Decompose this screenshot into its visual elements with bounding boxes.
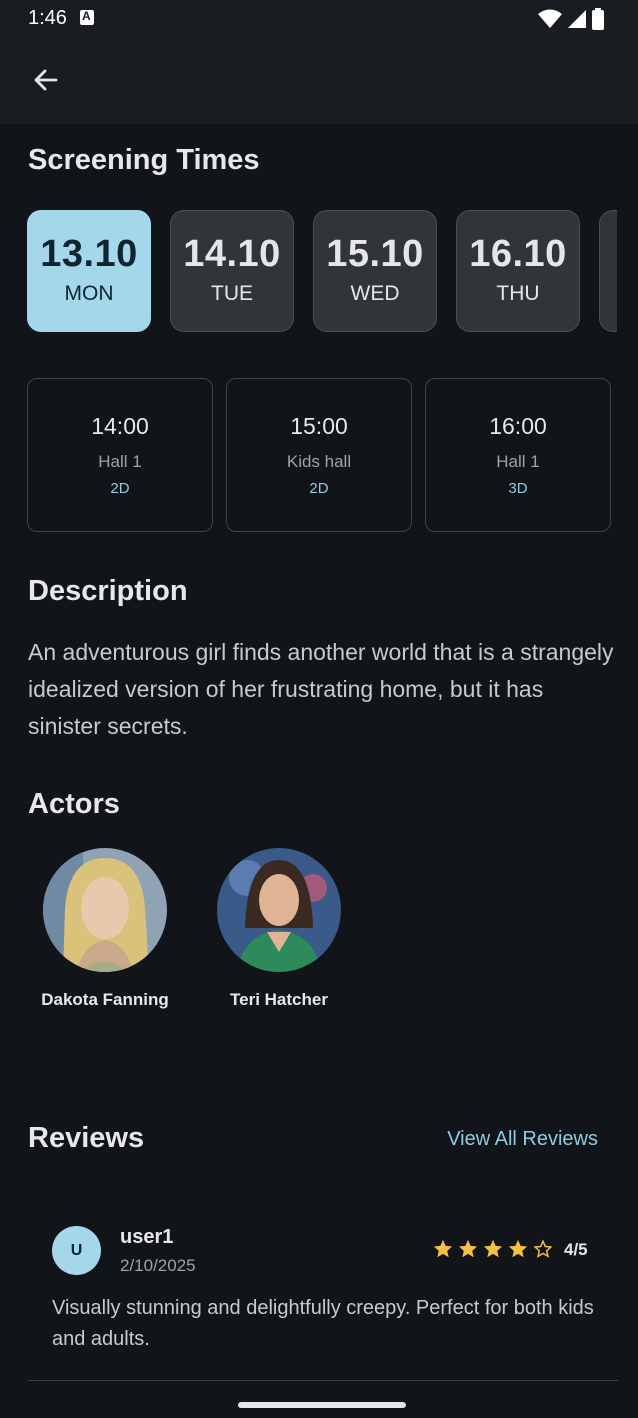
- showtime-card[interactable]: 15:00 Kids hall 2D: [226, 378, 412, 532]
- date-day: MON: [64, 282, 114, 305]
- date-number: 13.10: [40, 233, 138, 275]
- description-text: An adventurous girl finds another world …: [28, 639, 614, 739]
- showtime-card[interactable]: 16:00 Hall 1 3D: [425, 378, 611, 532]
- battery-icon: [592, 8, 604, 30]
- rating-value: 4/5: [564, 1240, 588, 1259]
- showtime-format: 2D: [110, 480, 130, 497]
- star-filled-icon: [458, 1239, 478, 1258]
- review-date: 2/10/2025: [120, 1256, 196, 1275]
- date-day: TUE: [211, 282, 253, 305]
- reviews-title: Reviews: [28, 1122, 145, 1154]
- date-card[interactable]: 16.10 THU: [456, 210, 580, 332]
- date-number: 14.10: [183, 233, 281, 275]
- review-text: Visually stunning and delightfully creep…: [52, 1297, 594, 1350]
- view-all-reviews-link[interactable]: View All Reviews: [447, 1128, 598, 1151]
- showtime-format: 3D: [508, 480, 528, 497]
- actors-title: Actors: [28, 788, 120, 820]
- date-card[interactable]: 14.10 TUE: [170, 210, 294, 332]
- star-filled-icon: [483, 1239, 503, 1258]
- date-day: THU: [496, 282, 540, 305]
- date-card-selected[interactable]: 13.10 MON: [27, 210, 151, 332]
- date-card-partial-body: [599, 210, 617, 332]
- date-number: 15.10: [326, 233, 424, 275]
- date-day: WED: [350, 282, 400, 305]
- actor-card[interactable]: Dakota Fanning: [36, 848, 174, 1010]
- showtime-hall: Hall 1: [496, 452, 540, 471]
- screening-times-title: Screening Times: [28, 144, 260, 176]
- showtime-card[interactable]: 14:00 Hall 1 2D: [27, 378, 213, 532]
- date-card-partial[interactable]: [599, 210, 617, 332]
- actor-card[interactable]: Teri Hatcher: [210, 848, 348, 1010]
- status-icons: [538, 8, 604, 30]
- showtime-format: 2D: [309, 480, 329, 497]
- home-indicator[interactable]: [238, 1402, 406, 1408]
- star-filled-icon: [508, 1239, 528, 1258]
- star-outline-icon: [533, 1239, 553, 1258]
- rating-stars: [432, 1238, 554, 1260]
- actor-name: Dakota Fanning: [41, 990, 169, 1009]
- reviewer-avatar: U: [52, 1226, 101, 1275]
- app-bar: [0, 38, 638, 124]
- notification-icon: [80, 9, 94, 25]
- description-title: Description: [28, 575, 188, 607]
- review-divider: [28, 1380, 618, 1381]
- actor-photo: [217, 848, 341, 972]
- wifi-icon: [538, 9, 562, 28]
- status-bar: 1:46: [0, 0, 638, 38]
- date-card[interactable]: 15.10 WED: [313, 210, 437, 332]
- reviewer-name: user1: [120, 1226, 174, 1248]
- signal-icon: [568, 10, 586, 28]
- showtime-time: 15:00: [290, 413, 348, 439]
- showtime-time: 14:00: [91, 413, 149, 439]
- actor-photo: [43, 848, 167, 972]
- actor-name: Teri Hatcher: [230, 990, 328, 1009]
- showtime-time: 16:00: [489, 413, 547, 439]
- date-number: 16.10: [469, 233, 567, 275]
- star-filled-icon: [433, 1239, 453, 1258]
- back-arrow-icon[interactable]: [28, 62, 64, 98]
- showtime-hall: Kids hall: [286, 452, 352, 471]
- status-time: 1:46: [28, 7, 67, 29]
- showtime-hall: Hall 1: [98, 452, 142, 471]
